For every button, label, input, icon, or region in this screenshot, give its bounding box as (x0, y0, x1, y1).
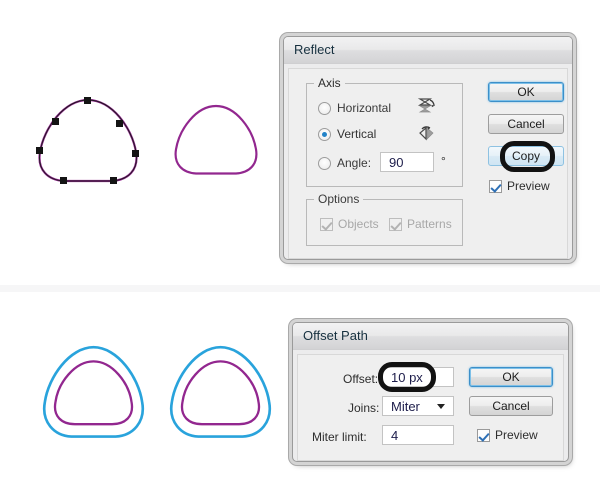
offset-field-label: Offset: (343, 372, 379, 386)
anchor-point[interactable] (110, 177, 117, 184)
offset-ok-label: OK (502, 370, 520, 384)
offset-path-dialog-body: Offset: 10 px Joins: Miter Miter limit: … (297, 354, 564, 461)
checkbox-objects: Objects (320, 217, 379, 231)
reflect-vertical-icon[interactable] (417, 124, 437, 144)
anchor-point[interactable] (60, 177, 67, 184)
radio-horizontal-indicator[interactable] (318, 101, 331, 115)
anchor-points[interactable] (36, 97, 139, 184)
panel-divider (0, 285, 600, 292)
chevron-down-icon[interactable] (437, 404, 445, 409)
anchor-point[interactable] (116, 120, 123, 127)
offset-inner-stroke (53, 360, 134, 426)
reflect-horizontal-icon[interactable] (417, 96, 437, 116)
offset-cancel-label: Cancel (492, 399, 530, 413)
radio-vertical[interactable]: Vertical (318, 127, 376, 141)
checkbox-objects-indicator (320, 217, 333, 231)
anchor-point[interactable] (132, 150, 139, 157)
offset-ok-button[interactable]: OK (469, 367, 553, 387)
offset-right-pair[interactable] (163, 340, 278, 450)
offset-cancel-button[interactable]: Cancel (469, 396, 553, 416)
offset-preview-checkbox[interactable]: Preview (477, 428, 538, 442)
offset-preview-indicator[interactable] (477, 428, 490, 442)
options-groupbox: Options Objects Patterns (306, 192, 463, 246)
angle-input-value: 90 (389, 154, 404, 170)
reflect-copy-label: Copy (511, 149, 540, 163)
offset-input-value: 10 px (391, 369, 423, 385)
offset-path-dialog[interactable]: Offset Path Offset: 10 px Joins: Miter M… (292, 322, 569, 462)
offset-path-dialog-title: Offset Path (293, 323, 568, 350)
options-groupbox-legend: Options (314, 192, 364, 206)
joins-field-label: Joins: (348, 401, 380, 415)
reflect-dialog-body: Axis Horizontal Vertical Angle: 90 ° Opt… (288, 68, 568, 259)
radio-angle-label: Angle: (337, 156, 372, 170)
reflect-ok-button[interactable]: OK (488, 82, 564, 102)
path-outline (39, 99, 137, 182)
original-path-with-anchors[interactable] (28, 92, 148, 192)
reflect-preview-label: Preview (507, 179, 550, 193)
checkbox-objects-label: Objects (338, 217, 379, 231)
miter-limit-input[interactable]: 4 (382, 425, 454, 445)
offset-input[interactable]: 10 px (382, 367, 454, 387)
joins-dropdown-value: Miter (391, 398, 420, 414)
offset-inner-stroke (180, 360, 261, 426)
checkbox-patterns-label: Patterns (407, 217, 452, 231)
offset-left-pair[interactable] (36, 340, 151, 450)
reflect-copy-button[interactable]: Copy (488, 146, 564, 166)
reflect-ok-label: OK (517, 85, 535, 99)
canvas-panel-bottom: Offset Path Offset: 10 px Joins: Miter M… (0, 292, 600, 500)
path-stroke (174, 104, 258, 175)
radio-vertical-indicator[interactable] (318, 127, 331, 141)
axis-groupbox: Axis Horizontal Vertical Angle: 90 ° (306, 76, 463, 187)
radio-angle[interactable]: Angle: (318, 156, 371, 170)
miter-limit-label: Miter limit: (312, 430, 367, 444)
anchor-point[interactable] (52, 118, 59, 125)
anchor-point[interactable] (36, 147, 43, 154)
checkbox-patterns: Patterns (389, 217, 452, 231)
axis-groupbox-legend: Axis (314, 76, 345, 90)
radio-horizontal-label: Horizontal (337, 101, 392, 115)
reflect-preview-checkbox[interactable]: Preview (489, 179, 550, 193)
reflected-copy-path[interactable] (166, 98, 266, 184)
degree-symbol: ° (441, 154, 446, 168)
angle-input[interactable]: 90 (380, 152, 434, 172)
reflect-cancel-label: Cancel (507, 117, 545, 131)
radio-angle-indicator[interactable] (318, 156, 331, 170)
reflect-dialog-title: Reflect (284, 37, 572, 64)
reflect-dialog[interactable]: Reflect Axis Horizontal Vertical Angle: (283, 36, 573, 260)
path-stroke (38, 98, 138, 183)
canvas-panel-top: Reflect Axis Horizontal Vertical Angle: (0, 0, 600, 285)
checkbox-patterns-indicator (389, 217, 402, 231)
radio-vertical-label: Vertical (337, 127, 377, 141)
reflect-preview-indicator[interactable] (489, 179, 502, 193)
offset-preview-label: Preview (495, 428, 538, 442)
radio-horizontal[interactable]: Horizontal (318, 101, 391, 115)
reflect-cancel-button[interactable]: Cancel (488, 114, 564, 134)
miter-limit-value: 4 (391, 427, 399, 443)
anchor-point[interactable] (84, 97, 91, 104)
